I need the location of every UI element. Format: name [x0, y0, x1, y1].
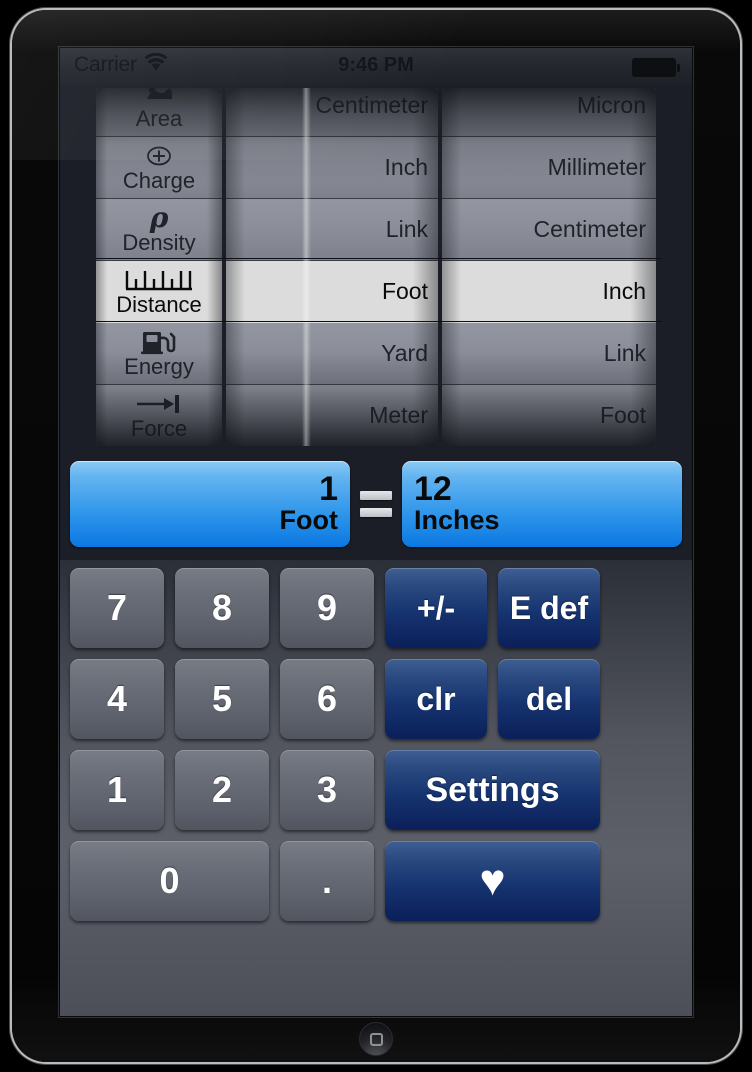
battery-full-icon: [632, 58, 680, 77]
keypad-row-4: 0 . ♥: [70, 841, 682, 921]
picker-row-label: Energy: [124, 354, 194, 379]
device-screen: Carrier 9:46 PM Area Charge ρ Density Di…: [60, 48, 692, 1016]
picker-row-force[interactable]: Force: [96, 385, 222, 446]
key-decimal[interactable]: .: [280, 841, 374, 921]
picker-row-from-meter[interactable]: Meter: [226, 385, 438, 446]
status-bar: Carrier 9:46 PM: [60, 48, 692, 86]
picker-wheel-from-unit[interactable]: Centimeter Inch Link Foot Yard Meter Fat…: [226, 88, 438, 446]
picker-row-label: Force: [130, 416, 188, 441]
picker-row-label: Distance: [116, 292, 202, 317]
conversion-display: 1 Foot 12 Inches: [60, 448, 692, 560]
to-unit-rows: Micron Millimeter Centimeter Inch Link F…: [442, 88, 656, 446]
to-value-box[interactable]: 12 Inches: [402, 461, 682, 547]
key-8[interactable]: 8: [175, 568, 269, 648]
key-2[interactable]: 2: [175, 750, 269, 830]
picker-row-to-micron[interactable]: Micron: [442, 88, 656, 137]
key-favorite-heart[interactable]: ♥: [385, 841, 600, 921]
picker-row-charge[interactable]: Charge: [96, 137, 222, 199]
picker-row-label: Density: [122, 230, 196, 255]
picker-wheel-category[interactable]: Area Charge ρ Density Distance Energy Fo…: [96, 88, 222, 446]
from-value: 1: [319, 470, 338, 509]
area-icon: [144, 88, 174, 107]
keypad-row-3: 1 2 3 Settings: [70, 750, 682, 830]
keypad-row-2: 4 5 6 clr del: [70, 659, 682, 739]
picker-row-area[interactable]: Area: [96, 88, 222, 137]
equals-icon: [350, 491, 402, 517]
home-button[interactable]: [359, 1022, 393, 1056]
picker-row-to-link[interactable]: Link: [442, 323, 656, 385]
ipad-device-frame: Carrier 9:46 PM Area Charge ρ Density Di…: [12, 10, 740, 1062]
picker-row-to-inch[interactable]: Inch: [442, 261, 656, 323]
picker-row-density[interactable]: ρ Density: [96, 199, 222, 261]
key-e-def[interactable]: E def: [498, 568, 600, 648]
status-bar-clock: 9:46 PM: [338, 54, 414, 76]
key-4[interactable]: 4: [70, 659, 164, 739]
from-unit-label: Foot: [279, 505, 338, 536]
key-clear[interactable]: clr: [385, 659, 487, 739]
key-delete[interactable]: del: [498, 659, 600, 739]
key-0[interactable]: 0: [70, 841, 269, 921]
picker-row-label: Area: [135, 106, 183, 131]
key-1[interactable]: 1: [70, 750, 164, 830]
picker-row-to-foot[interactable]: Foot: [442, 385, 656, 446]
keypad-row-1: 7 8 9 +/- E def: [70, 568, 682, 648]
key-5[interactable]: 5: [175, 659, 269, 739]
ruler-icon: [124, 267, 194, 293]
key-3[interactable]: 3: [280, 750, 374, 830]
picker-row-from-centimeter[interactable]: Centimeter: [226, 88, 438, 137]
picker-row-to-millimeter[interactable]: Millimeter: [442, 137, 656, 199]
home-rounded-square-icon: [369, 1032, 383, 1046]
arrow-wall-icon: [134, 391, 184, 417]
to-unit-label: Inches: [414, 505, 500, 536]
rho-density-icon: ρ: [149, 201, 169, 234]
gas-pump-icon: [139, 329, 179, 355]
picker-row-from-yard[interactable]: Yard: [226, 323, 438, 385]
picker-row-energy[interactable]: Energy: [96, 323, 222, 385]
charge-plus-circle-icon: [145, 143, 173, 169]
unit-picker[interactable]: Area Charge ρ Density Distance Energy Fo…: [60, 86, 692, 448]
picker-row-from-link[interactable]: Link: [226, 199, 438, 261]
from-unit-rows: Centimeter Inch Link Foot Yard Meter Fat…: [226, 88, 438, 446]
key-plus-minus[interactable]: +/-: [385, 568, 487, 648]
picker-row-to-centimeter[interactable]: Centimeter: [442, 199, 656, 261]
key-9[interactable]: 9: [280, 568, 374, 648]
key-6[interactable]: 6: [280, 659, 374, 739]
from-value-box[interactable]: 1 Foot: [70, 461, 350, 547]
picker-row-from-foot[interactable]: Foot: [226, 261, 438, 323]
picker-row-label: Charge: [122, 168, 196, 193]
picker-wheel-to-unit[interactable]: Micron Millimeter Centimeter Inch Link F…: [442, 88, 656, 446]
key-settings[interactable]: Settings: [385, 750, 600, 830]
key-7[interactable]: 7: [70, 568, 164, 648]
picker-row-from-inch[interactable]: Inch: [226, 137, 438, 199]
keypad: 7 8 9 +/- E def 4 5 6 clr del 1 2 3 Sett…: [60, 560, 692, 1016]
heart-icon: ♥: [479, 856, 506, 905]
to-value: 12: [414, 470, 452, 509]
category-rows: Area Charge ρ Density Distance Energy Fo…: [96, 88, 222, 446]
picker-row-distance[interactable]: Distance: [96, 261, 222, 323]
